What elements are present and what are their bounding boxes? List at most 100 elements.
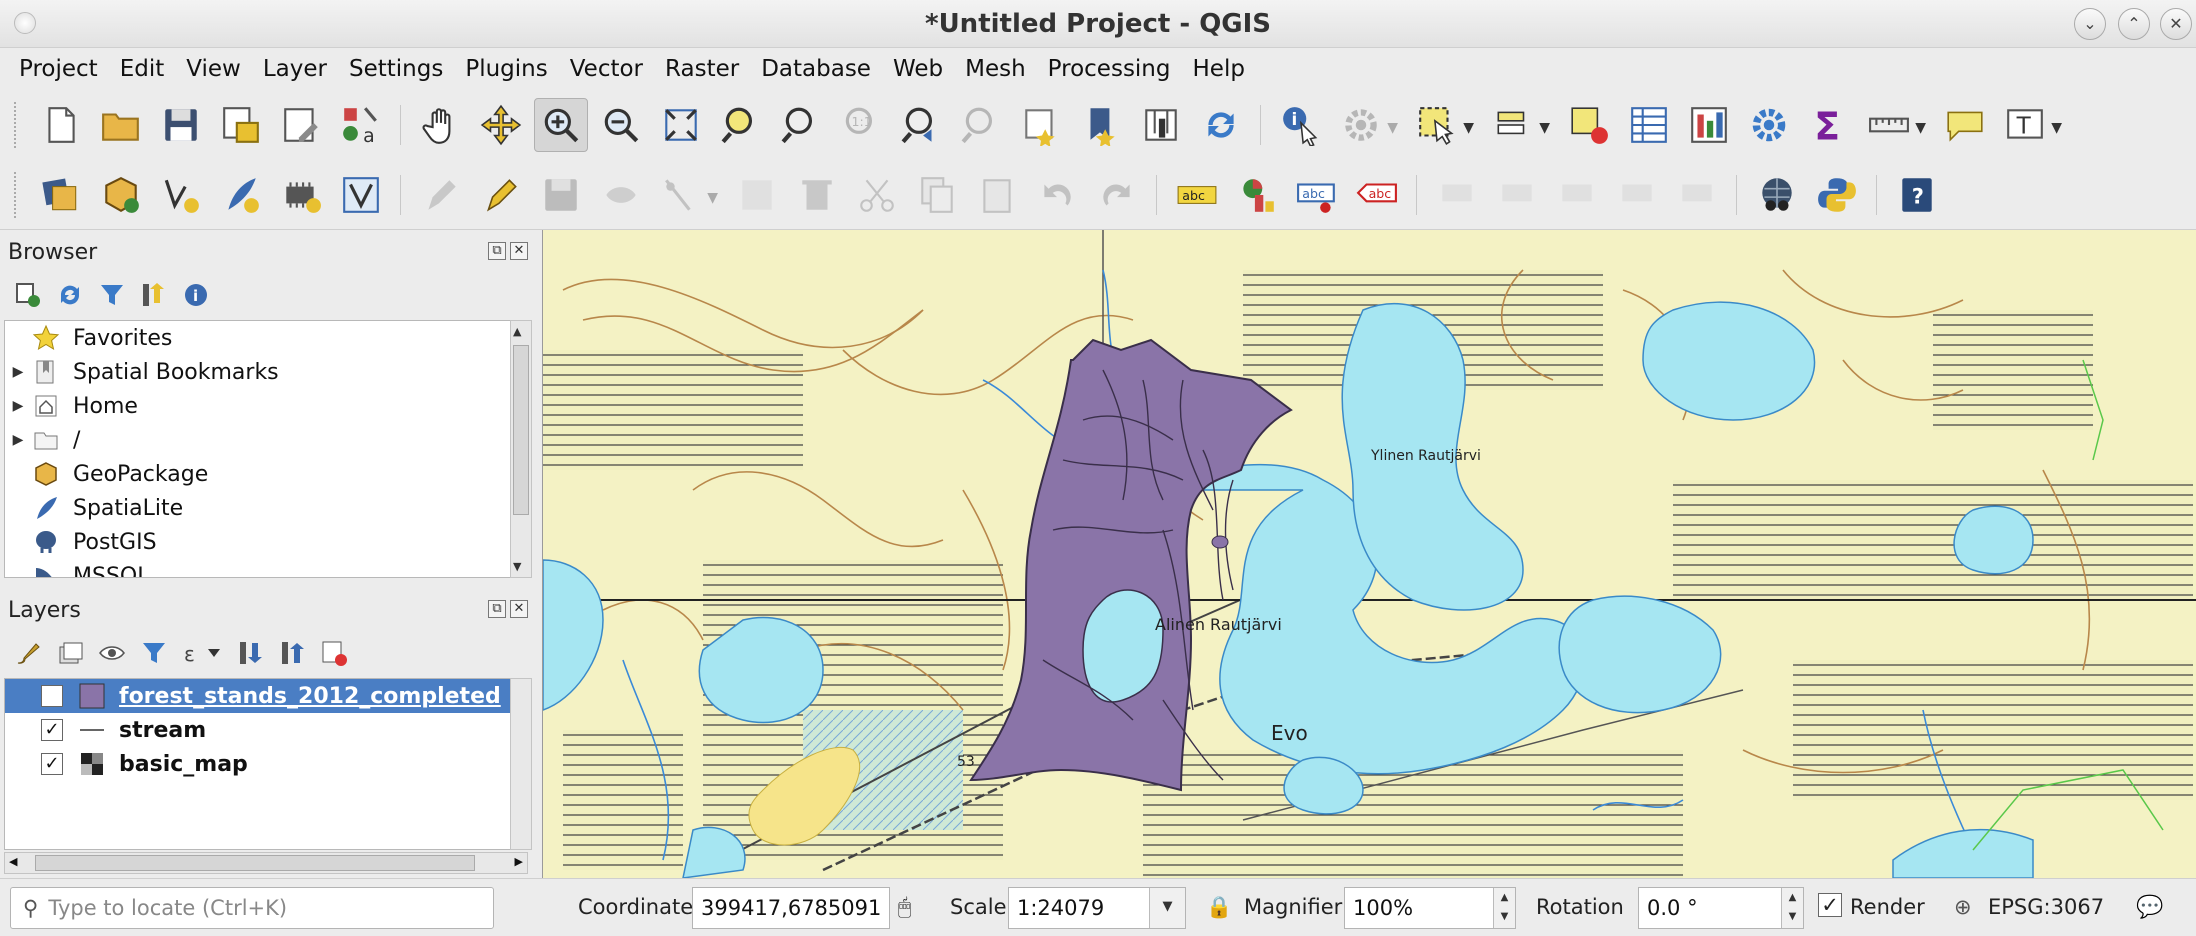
info-icon[interactable]: i bbox=[182, 281, 210, 309]
magnifier-spinbox[interactable]: 100% ▲ ▼ bbox=[1344, 887, 1516, 929]
scroll-up-icon[interactable]: ▲ bbox=[513, 325, 521, 338]
qms-button[interactable] bbox=[1750, 168, 1804, 222]
scroll-thumb[interactable] bbox=[513, 345, 529, 515]
new-geopackage-button[interactable] bbox=[94, 168, 148, 222]
menu-settings[interactable]: Settings bbox=[338, 56, 454, 82]
remove-layer-icon[interactable] bbox=[320, 639, 348, 667]
scroll-right-icon[interactable]: ▶ bbox=[515, 855, 523, 868]
browser-item-spatialite[interactable]: SpatiaLite bbox=[5, 491, 511, 525]
menu-processing[interactable]: Processing bbox=[1037, 56, 1182, 82]
select-features-button[interactable]: ▼ bbox=[1410, 98, 1474, 152]
redo-button[interactable] bbox=[1090, 168, 1144, 222]
zoom-last-button[interactable] bbox=[894, 98, 948, 152]
browser-scrollbar[interactable]: ▲ ▼ bbox=[510, 320, 532, 578]
zoom-out-button[interactable] bbox=[594, 98, 648, 152]
new-temporary-layer-button[interactable] bbox=[274, 168, 328, 222]
chevron-down-icon[interactable]: ▼ bbox=[1149, 888, 1185, 928]
browser-item-mssql[interactable]: MSSQL bbox=[5, 559, 511, 577]
filter-expression-icon[interactable]: ε bbox=[182, 639, 222, 667]
label-toolbar-button[interactable]: abc bbox=[1170, 168, 1224, 222]
close-panel-icon[interactable]: ✕ bbox=[510, 242, 528, 260]
undo-button[interactable] bbox=[1030, 168, 1084, 222]
map-canvas[interactable]: Alinen Rautjärvi Ylinen Rautjärvi Evo 53 bbox=[542, 230, 2196, 878]
crs-button[interactable]: EPSG:3067 bbox=[1988, 895, 2104, 919]
zoom-to-layer-button[interactable] bbox=[774, 98, 828, 152]
filter-legend-icon[interactable] bbox=[140, 639, 168, 667]
copy-features-button[interactable] bbox=[910, 168, 964, 222]
menu-project[interactable]: Project bbox=[8, 56, 109, 82]
modify-attributes-button[interactable] bbox=[730, 168, 784, 222]
minimize-button[interactable]: ⌄ bbox=[2074, 8, 2106, 40]
rotation-spinbox[interactable]: 0.0 ° ▲ ▼ bbox=[1638, 887, 1804, 929]
print-layout-button[interactable] bbox=[274, 98, 328, 152]
save-edits-button[interactable] bbox=[534, 168, 588, 222]
zoom-next-button[interactable] bbox=[954, 98, 1008, 152]
zoom-native-button[interactable]: 1:1 bbox=[834, 98, 888, 152]
layer-visibility-checkbox[interactable]: ✓ bbox=[41, 753, 63, 775]
close-panel-icon[interactable]: ✕ bbox=[510, 600, 528, 618]
menu-mesh[interactable]: Mesh bbox=[954, 56, 1037, 82]
scroll-down-icon[interactable]: ▼ bbox=[513, 560, 521, 573]
paste-features-button[interactable] bbox=[970, 168, 1024, 222]
maximize-button[interactable]: ⌃ bbox=[2118, 8, 2150, 40]
label-properties-button[interactable] bbox=[1670, 168, 1724, 222]
messages-icon[interactable]: 💬 bbox=[2136, 895, 2163, 920]
python-console-button[interactable] bbox=[1810, 168, 1864, 222]
toggle-extents-icon[interactable]: 🖱 bbox=[898, 895, 911, 920]
text-annotation-button[interactable]: T ▼ bbox=[1998, 98, 2062, 152]
delete-selected-button[interactable] bbox=[790, 168, 844, 222]
show-bookmarks-button[interactable] bbox=[1074, 98, 1128, 152]
collapse-all-icon[interactable] bbox=[278, 639, 306, 667]
spinner-arrows-icon[interactable]: ▲ ▼ bbox=[1781, 888, 1803, 928]
toggle-editing-button[interactable] bbox=[474, 168, 528, 222]
render-checkbox[interactable]: ✓ bbox=[1818, 893, 1842, 917]
select-by-value-button[interactable]: ▼ bbox=[1486, 98, 1550, 152]
coordinate-field[interactable]: 399417,6785091 bbox=[692, 887, 890, 929]
temporal-controller-button[interactable] bbox=[1134, 98, 1188, 152]
scale-combobox[interactable]: 1:24079 ▼ bbox=[1008, 887, 1186, 929]
layer-row-stream[interactable]: ✓ stream bbox=[5, 713, 511, 747]
run-action-button[interactable]: ▼ bbox=[1334, 98, 1398, 152]
help-button[interactable]: ? bbox=[1890, 168, 1944, 222]
move-label-button[interactable] bbox=[1430, 168, 1484, 222]
refresh-button[interactable] bbox=[1194, 98, 1248, 152]
new-project-button[interactable] bbox=[34, 98, 88, 152]
browser-item-home[interactable]: ▶ Home bbox=[5, 389, 511, 423]
refresh-icon[interactable] bbox=[56, 281, 84, 309]
expand-arrow-icon[interactable]: ▶ bbox=[5, 364, 31, 380]
cut-features-button[interactable] bbox=[850, 168, 904, 222]
rotate-label-button[interactable] bbox=[1490, 168, 1544, 222]
menu-web[interactable]: Web bbox=[882, 56, 954, 82]
highlight-pinned-labels-button[interactable]: abc bbox=[1350, 168, 1404, 222]
expand-arrow-icon[interactable]: ▶ bbox=[5, 432, 31, 448]
spinner-arrows-icon[interactable]: ▲ ▼ bbox=[1493, 888, 1515, 928]
layers-scrollbar[interactable] bbox=[510, 678, 532, 850]
pin-labels-button[interactable]: abc bbox=[1290, 168, 1344, 222]
style-manager-button[interactable]: a bbox=[334, 98, 388, 152]
toolbar-grip[interactable] bbox=[14, 102, 20, 148]
change-label-button[interactable] bbox=[1550, 168, 1604, 222]
new-virtual-layer-button[interactable] bbox=[334, 168, 388, 222]
locator-search[interactable]: ⚲ Type to locate (Ctrl+K) bbox=[10, 887, 494, 929]
new-shapefile-button[interactable] bbox=[154, 168, 208, 222]
open-project-button[interactable] bbox=[94, 98, 148, 152]
undock-icon[interactable]: ⧉ bbox=[488, 242, 506, 260]
add-group-icon[interactable] bbox=[56, 639, 84, 667]
attribute-table-button[interactable] bbox=[1622, 98, 1676, 152]
sum-button[interactable]: Σ bbox=[1802, 98, 1856, 152]
current-edits-button[interactable] bbox=[414, 168, 468, 222]
zoom-to-selection-button[interactable] bbox=[714, 98, 768, 152]
add-selected-layers-icon[interactable] bbox=[14, 281, 42, 309]
collapse-all-icon[interactable] bbox=[140, 281, 168, 309]
browser-item-spatial-bookmarks[interactable]: ▶ Spatial Bookmarks bbox=[5, 355, 511, 389]
deselect-all-button[interactable] bbox=[1562, 98, 1616, 152]
menu-vector[interactable]: Vector bbox=[559, 56, 654, 82]
menu-plugins[interactable]: Plugins bbox=[454, 56, 558, 82]
diagram-options-button[interactable] bbox=[1230, 168, 1284, 222]
statistical-summary-button[interactable] bbox=[1682, 98, 1736, 152]
zoom-full-button[interactable] bbox=[654, 98, 708, 152]
expand-all-icon[interactable] bbox=[236, 639, 264, 667]
layer-visibility-checkbox[interactable]: ✓ bbox=[41, 719, 63, 741]
save-as-button[interactable] bbox=[214, 98, 268, 152]
undock-icon[interactable]: ⧉ bbox=[488, 600, 506, 618]
